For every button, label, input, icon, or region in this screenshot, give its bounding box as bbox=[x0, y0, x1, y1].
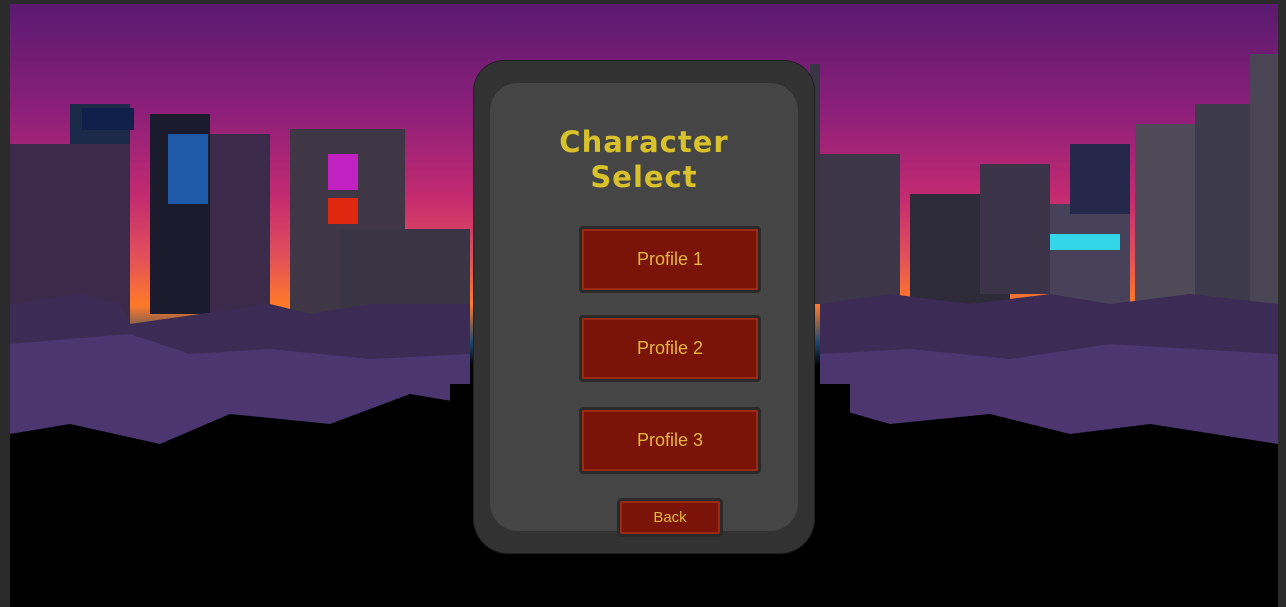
profile-3-button[interactable]: Profile 3 bbox=[579, 407, 761, 474]
character-select-panel: Character Select Profile 1 Profile 2 Pro… bbox=[474, 61, 814, 553]
profile-1-button[interactable]: Profile 1 bbox=[579, 226, 761, 293]
profile-1-label: Profile 1 bbox=[636, 249, 704, 269]
profile-2-button[interactable]: Profile 2 bbox=[579, 315, 761, 382]
profile-3-label: Profile 3 bbox=[636, 430, 704, 450]
screen-title: Character Select bbox=[490, 125, 798, 195]
game-screen: Character Select Profile 1 Profile 2 Pro… bbox=[10, 4, 1278, 607]
back-button[interactable]: Back bbox=[617, 498, 723, 537]
title-line-1: Character bbox=[559, 125, 729, 159]
title-line-2: Select bbox=[590, 160, 698, 194]
profile-2-label: Profile 2 bbox=[636, 338, 704, 358]
panel-inner: Character Select Profile 1 Profile 2 Pro… bbox=[490, 83, 798, 537]
back-label: Back bbox=[653, 509, 687, 526]
